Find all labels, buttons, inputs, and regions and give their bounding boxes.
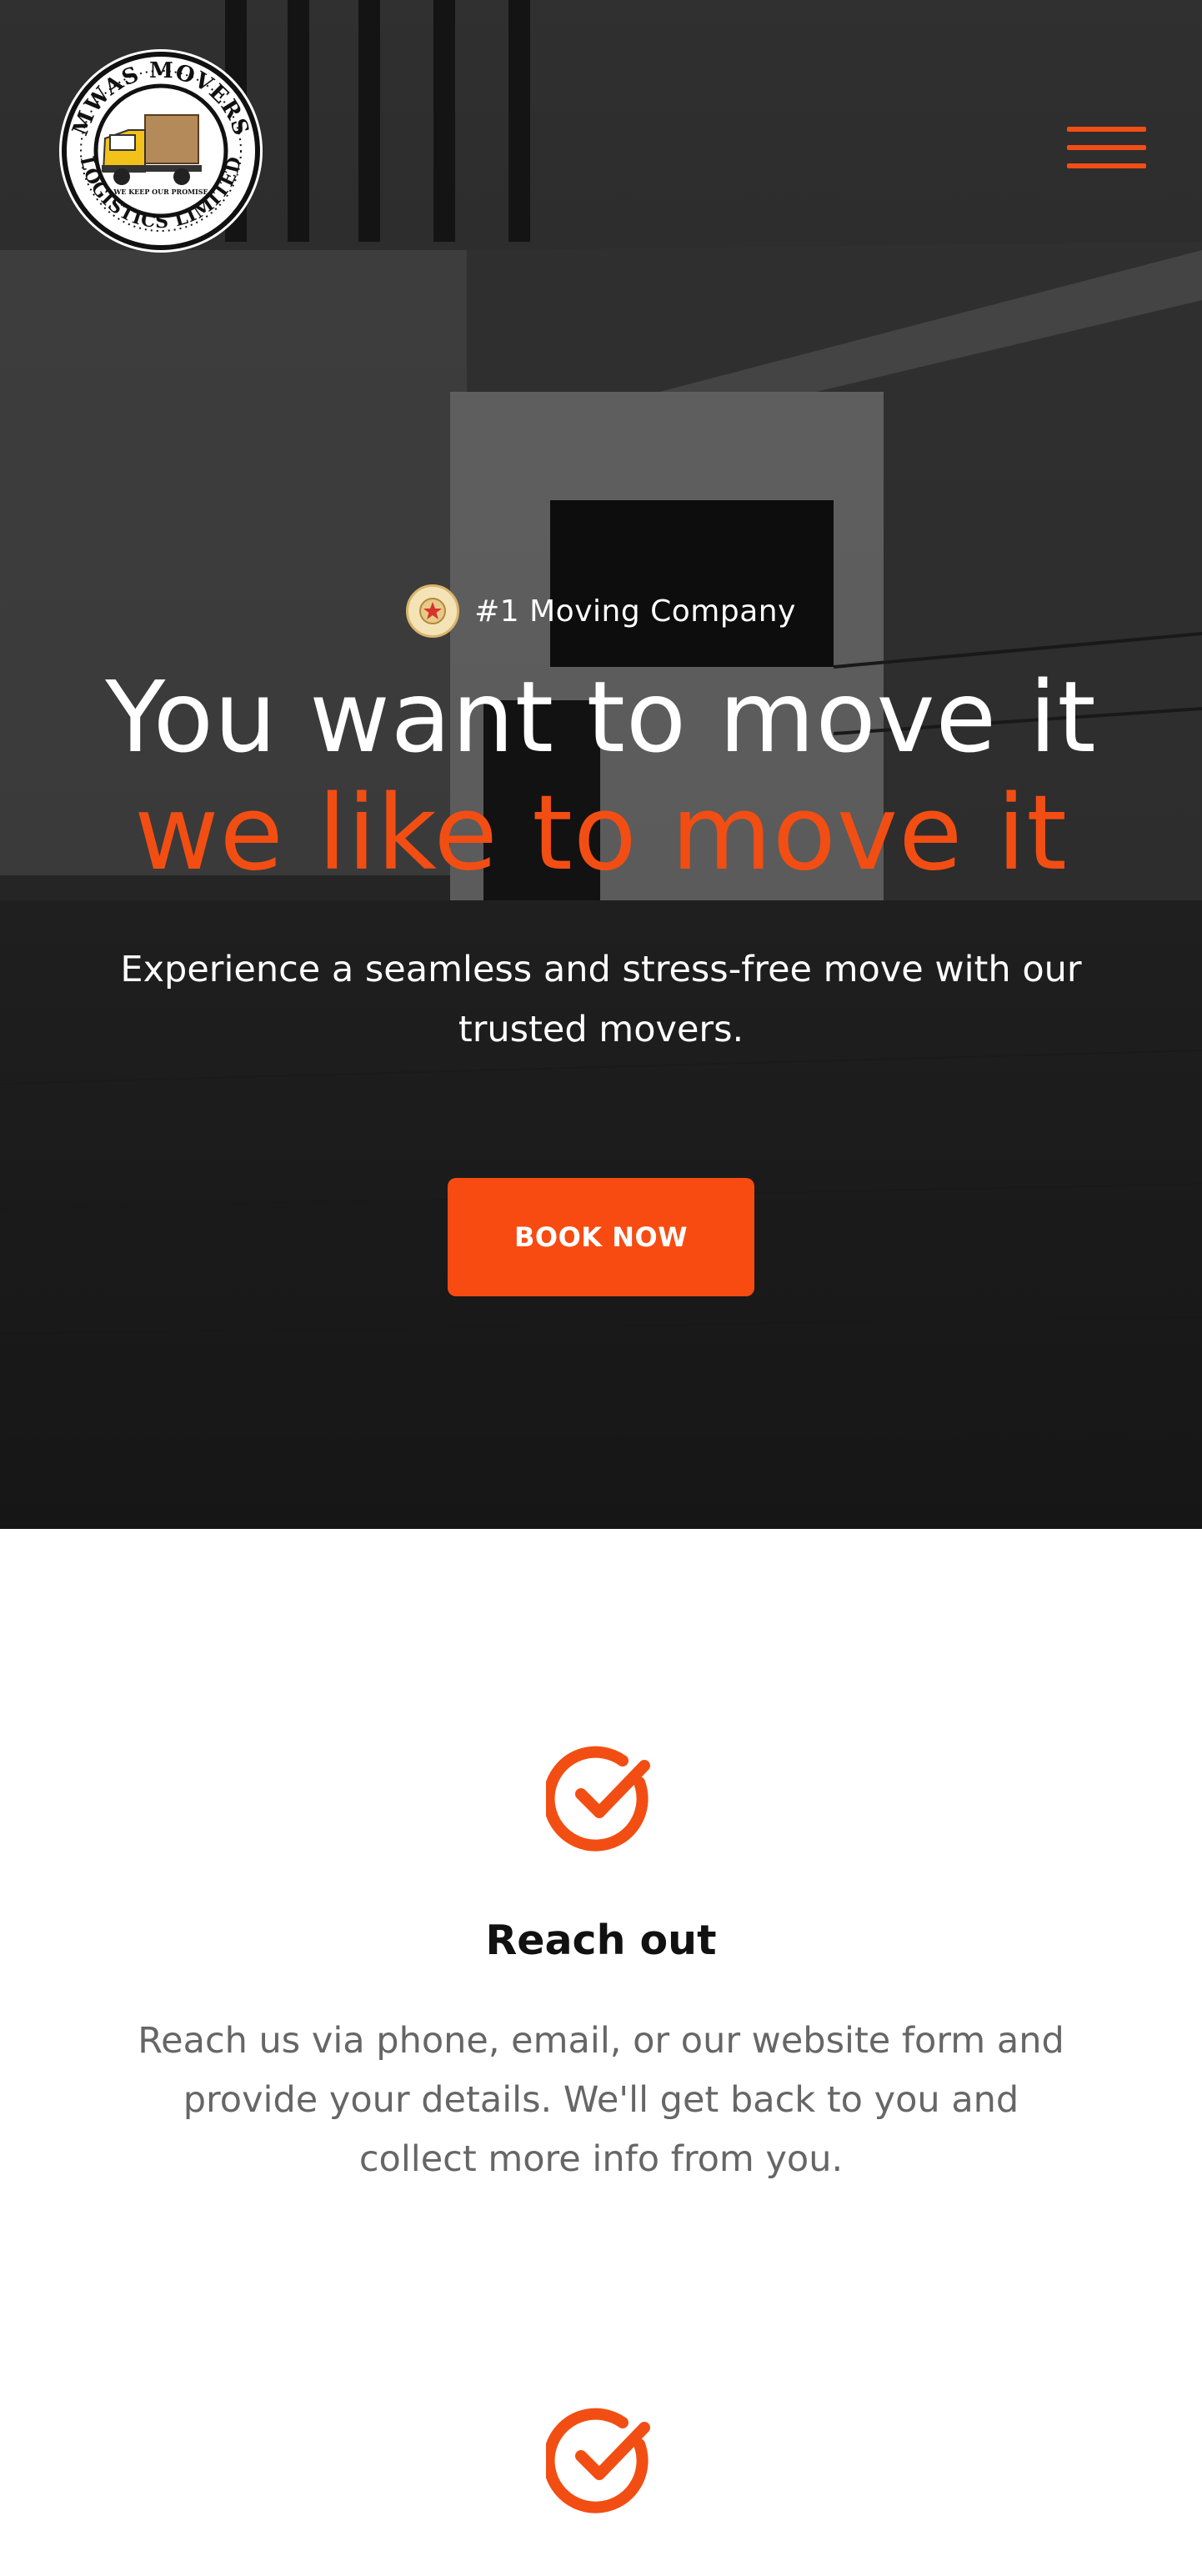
star-badge-icon xyxy=(406,584,460,638)
hero-subtitle: Experience a seamless and stress-free mo… xyxy=(120,949,1082,1050)
hero-title-line2: we like to move it xyxy=(134,774,1068,894)
svg-text:WE KEEP OUR PROMISE: WE KEEP OUR PROMISE xyxy=(113,188,208,196)
hamburger-menu-icon[interactable] xyxy=(1067,122,1146,173)
check-circle-icon xyxy=(546,2408,650,2513)
menu-bar xyxy=(1067,127,1146,132)
check-circle-icon xyxy=(546,1746,650,1852)
step-title: Reach out xyxy=(485,1917,717,1964)
hero-badge: #1 Moving Company xyxy=(0,581,1202,641)
badge-text: #1 Moving Company xyxy=(474,594,796,629)
hero-section: MWAS MOVERS LOGISTICS LIMITED WE KEEP OU… xyxy=(0,0,1202,1529)
menu-bar xyxy=(1067,145,1146,150)
step-description: Reach us via phone, email, or our websit… xyxy=(138,2020,1064,2180)
book-now-button[interactable]: BOOK NOW xyxy=(448,1178,754,1296)
hero-title-line1: You want to move it xyxy=(105,659,1097,774)
menu-bar xyxy=(1067,163,1146,168)
company-logo[interactable]: MWAS MOVERS LOGISTICS LIMITED WE KEEP OU… xyxy=(52,47,270,255)
